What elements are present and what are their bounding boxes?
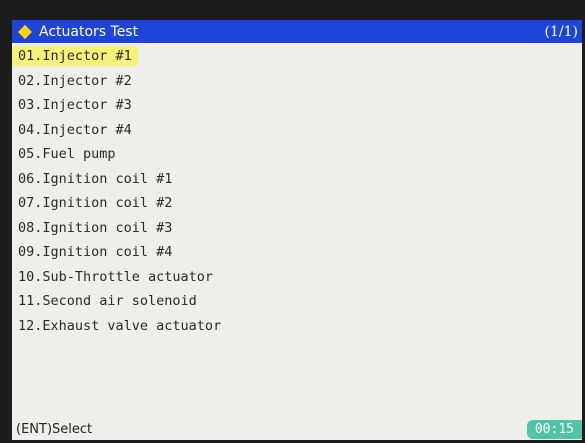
list-item-label: 06.Ignition coil #1 bbox=[18, 170, 173, 187]
page-title: Actuators Test bbox=[39, 23, 139, 40]
list-item-label: 01.Injector #1 bbox=[12, 46, 138, 66]
list-item-injector-3[interactable]: 03.Injector #3 bbox=[12, 93, 582, 118]
timer-badge: 00:15 bbox=[526, 419, 582, 439]
list-item-injector-1[interactable]: 01.Injector #1 bbox=[12, 44, 582, 69]
device-bezel: Actuators Test (1/1) 01.Injector #1 02.I… bbox=[0, 0, 585, 443]
list-item-label: 04.Injector #4 bbox=[18, 121, 132, 138]
list-item-injector-2[interactable]: 02.Injector #2 bbox=[12, 69, 582, 94]
list-item-label: 02.Injector #2 bbox=[18, 72, 132, 89]
list-item-sub-throttle-actuator[interactable]: 10.Sub-Throttle actuator bbox=[12, 265, 582, 290]
status-bar: (ENT)Select 00:15 bbox=[12, 418, 582, 440]
list-item-injector-4[interactable]: 04.Injector #4 bbox=[12, 118, 582, 143]
device-screen: Actuators Test (1/1) 01.Injector #1 02.I… bbox=[12, 20, 582, 440]
list-item-label: 05.Fuel pump bbox=[18, 146, 116, 162]
list-item-label: 09.Ignition coil #4 bbox=[18, 244, 173, 260]
page-indicator: (1/1) bbox=[544, 23, 578, 40]
list-item-label: 10.Sub-Throttle actuator bbox=[18, 268, 214, 285]
list-item-ignition-coil-3[interactable]: 08.Ignition coil #3 bbox=[12, 216, 582, 241]
diamond-icon bbox=[17, 24, 33, 39]
select-hint: (ENT)Select bbox=[16, 421, 93, 437]
list-item-label: 12.Exhaust valve actuator bbox=[18, 317, 222, 334]
list-item-exhaust-valve-actuator[interactable]: 12.Exhaust valve actuator bbox=[12, 314, 582, 339]
list-item-fuel-pump[interactable]: 05.Fuel pump bbox=[12, 142, 582, 167]
list-item-ignition-coil-2[interactable]: 07.Ignition coil #2 bbox=[12, 191, 582, 216]
list-item-label: 03.Injector #3 bbox=[18, 97, 132, 113]
list-item-second-air-solenoid[interactable]: 11.Second air solenoid bbox=[12, 289, 582, 314]
list-item-label: 07.Ignition coil #2 bbox=[18, 195, 173, 211]
list-item-label: 11.Second air solenoid bbox=[18, 293, 197, 309]
list-item-ignition-coil-1[interactable]: 06.Ignition coil #1 bbox=[12, 167, 582, 192]
list-item-ignition-coil-4[interactable]: 09.Ignition coil #4 bbox=[12, 240, 582, 265]
actuator-list: 01.Injector #1 02.Injector #2 03.Injecto… bbox=[12, 44, 582, 338]
list-item-label: 08.Ignition coil #3 bbox=[18, 219, 173, 236]
title-bar: Actuators Test (1/1) bbox=[12, 20, 582, 43]
